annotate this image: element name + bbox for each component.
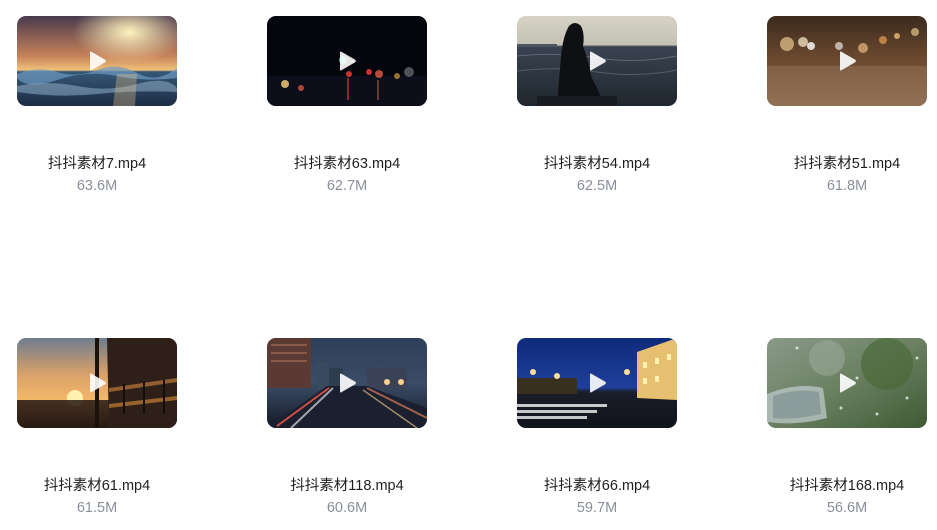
video-thumbnail[interactable] — [17, 338, 177, 428]
video-file-card[interactable]: 抖抖素材118.mp4 60.6M — [247, 338, 447, 528]
file-size: 61.5M — [76, 500, 118, 516]
video-file-card[interactable]: 抖抖素材54.mp4 62.5M — [497, 16, 697, 206]
file-size: 63.6M — [76, 178, 118, 194]
video-thumbnail[interactable] — [517, 16, 677, 106]
video-file-grid: 抖抖素材7.mp4 63.6M 抖抖素材63.mp4 62.7M 抖抖素材54.… — [0, 0, 937, 530]
video-thumbnail[interactable] — [767, 338, 927, 428]
file-name[interactable]: 抖抖素材54.mp4 — [497, 152, 697, 173]
play-icon[interactable] — [837, 373, 857, 393]
video-file-card[interactable]: 抖抖素材66.mp4 59.7M — [497, 338, 697, 528]
play-icon[interactable] — [337, 373, 357, 393]
file-name[interactable]: 抖抖素材51.mp4 — [747, 152, 937, 173]
file-size: 62.5M — [576, 178, 618, 194]
video-thumbnail[interactable] — [767, 16, 927, 106]
file-size: 56.6M — [826, 500, 868, 516]
file-size: 59.7M — [576, 500, 618, 516]
video-thumbnail[interactable] — [267, 338, 427, 428]
file-size: 61.8M — [826, 178, 868, 194]
play-icon[interactable] — [87, 373, 107, 393]
play-icon[interactable] — [587, 373, 607, 393]
file-name[interactable]: 抖抖素材61.mp4 — [0, 474, 197, 495]
video-thumbnail[interactable] — [267, 16, 427, 106]
file-size: 60.6M — [326, 500, 368, 516]
file-name[interactable]: 抖抖素材63.mp4 — [247, 152, 447, 173]
file-name[interactable]: 抖抖素材7.mp4 — [0, 152, 197, 173]
play-icon[interactable] — [837, 51, 857, 71]
video-file-card[interactable]: 抖抖素材7.mp4 63.6M — [0, 16, 197, 206]
video-file-card[interactable]: 抖抖素材63.mp4 62.7M — [247, 16, 447, 206]
video-file-card[interactable]: 抖抖素材168.mp4 56.6M — [747, 338, 937, 528]
video-thumbnail[interactable] — [517, 338, 677, 428]
file-name[interactable]: 抖抖素材66.mp4 — [497, 474, 697, 495]
play-icon[interactable] — [87, 51, 107, 71]
file-name[interactable]: 抖抖素材118.mp4 — [247, 474, 447, 495]
video-file-card[interactable]: 抖抖素材61.mp4 61.5M — [0, 338, 197, 528]
play-icon[interactable] — [587, 51, 607, 71]
file-name[interactable]: 抖抖素材168.mp4 — [747, 474, 937, 495]
video-thumbnail[interactable] — [17, 16, 177, 106]
file-size: 62.7M — [326, 178, 368, 194]
play-icon[interactable] — [337, 51, 357, 71]
video-file-card[interactable]: 抖抖素材51.mp4 61.8M — [747, 16, 937, 206]
